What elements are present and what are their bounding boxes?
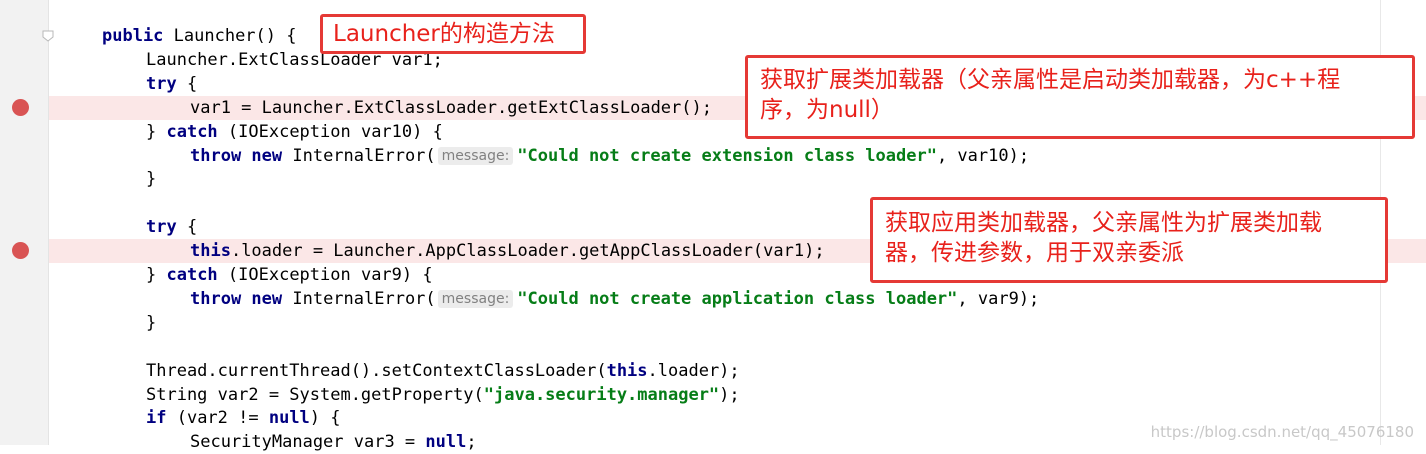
annotation-constructor: Launcher的构造方法 [320, 14, 586, 54]
code-text: throw new InternalError(message: "Could n… [190, 287, 1039, 311]
code-line[interactable]: throw new InternalError(message: "Could n… [49, 144, 1426, 168]
code-token: , var10); [936, 145, 1030, 166]
keyword-token: throw new [190, 145, 283, 166]
code-token: } [146, 312, 157, 333]
code-token: { [176, 73, 198, 94]
code-token: (IOException var9) { [217, 265, 433, 285]
code-line[interactable]: throw new InternalError(message: "Could n… [49, 287, 1426, 311]
code-text: Thread.currentThread().setContextClassLo… [146, 359, 740, 383]
code-text: public Launcher() { [102, 24, 296, 48]
keyword-token: throw new [190, 288, 283, 309]
code-token: ; [466, 432, 477, 453]
annotation-ext-text-line1: 获取扩展类加载器（父亲属性是启动类加载器，为c++程 [760, 67, 1341, 93]
keyword-token: catch [166, 121, 218, 142]
string-token: "java.security.manager" [483, 384, 720, 405]
code-text: throw new InternalError(message: "Could n… [190, 144, 1029, 168]
annotation-constructor-text: Launcher的构造方法 [333, 21, 555, 47]
keyword-token: this [606, 360, 648, 381]
code-line[interactable]: public Launcher() { [49, 24, 1426, 48]
code-text: } catch (IOException var9) { [146, 263, 433, 287]
code-token: String var2 = System.getProperty( [146, 384, 484, 405]
code-token: (IOException var10) { [217, 121, 443, 142]
code-token: .loader = Launcher.AppClassLoader.getApp… [230, 241, 825, 262]
code-token: .loader); [647, 360, 740, 381]
code-token: (var2 != [166, 408, 269, 429]
keyword-token: null [268, 408, 310, 429]
code-line[interactable]: } [49, 167, 1426, 191]
code-text: var1 = Launcher.ExtClassLoader.getExtCla… [190, 96, 712, 120]
keyword-token: try [146, 217, 177, 238]
code-text: } catch (IOException var10) { [146, 120, 443, 144]
annotation-ext-class-loader: 获取扩展类加载器（父亲属性是启动类加载器，为c++程 序，为null） [745, 55, 1415, 139]
code-token: , var9); [957, 288, 1040, 309]
code-token: InternalError( [282, 145, 436, 166]
code-text: try { [146, 215, 197, 239]
keyword-token: public [102, 26, 164, 46]
code-token: ) { [309, 408, 341, 429]
watermark: https://blog.csdn.net/qq_45076180 [1150, 423, 1414, 441]
code-token: { [176, 217, 198, 238]
code-line[interactable]: } [49, 311, 1426, 335]
code-text: String var2 = System.getProperty("java.s… [146, 383, 740, 407]
code-token: SecurityManager var3 = [190, 432, 426, 453]
code-line[interactable] [49, 335, 1426, 359]
annotation-app-class-loader: 获取应用类加载器，父亲属性为扩展类加载 器，传进参数，用于双亲委派 [870, 197, 1388, 283]
code-token: Thread.currentThread().setContextClassLo… [146, 360, 607, 381]
keyword-token: this [190, 241, 231, 262]
code-text: } [146, 311, 156, 335]
code-text: try { [146, 72, 197, 96]
code-text: SecurityManager var3 = null; [190, 430, 477, 454]
string-token: "Could not create application class load… [517, 288, 958, 309]
code-token: InternalError( [282, 288, 436, 309]
code-token: var1 = Launcher.ExtClassLoader.getExtCla… [190, 97, 712, 118]
code-text: } [146, 167, 156, 191]
breakpoint-icon[interactable] [12, 98, 29, 116]
keyword-token: catch [166, 265, 218, 285]
code-text: if (var2 != null) { [146, 406, 341, 430]
code-token: } [146, 265, 167, 285]
code-line[interactable]: Thread.currentThread().setContextClassLo… [49, 359, 1426, 383]
editor-gutter[interactable] [0, 0, 49, 445]
keyword-token: try [146, 73, 177, 94]
string-token: "Could not create extension class loader… [517, 145, 937, 166]
code-token: ); [719, 384, 740, 405]
keyword-token: null [425, 432, 467, 453]
code-text: this.loader = Launcher.AppClassLoader.ge… [190, 239, 825, 263]
parameter-hint: message: [437, 146, 514, 165]
annotation-ext-text-line2: 序，为null） [760, 97, 894, 123]
code-token: } [146, 121, 167, 142]
breakpoint-icon[interactable] [12, 242, 29, 260]
keyword-token: if [146, 408, 167, 429]
annotation-app-text-line1: 获取应用类加载器，父亲属性为扩展类加载 [885, 210, 1322, 236]
parameter-hint: message: [437, 289, 514, 308]
code-token: Launcher() { [163, 26, 297, 46]
annotation-app-text-line2: 器，传进参数，用于双亲委派 [885, 240, 1184, 266]
code-token: } [146, 169, 157, 190]
code-line[interactable]: String var2 = System.getProperty("java.s… [49, 383, 1426, 407]
